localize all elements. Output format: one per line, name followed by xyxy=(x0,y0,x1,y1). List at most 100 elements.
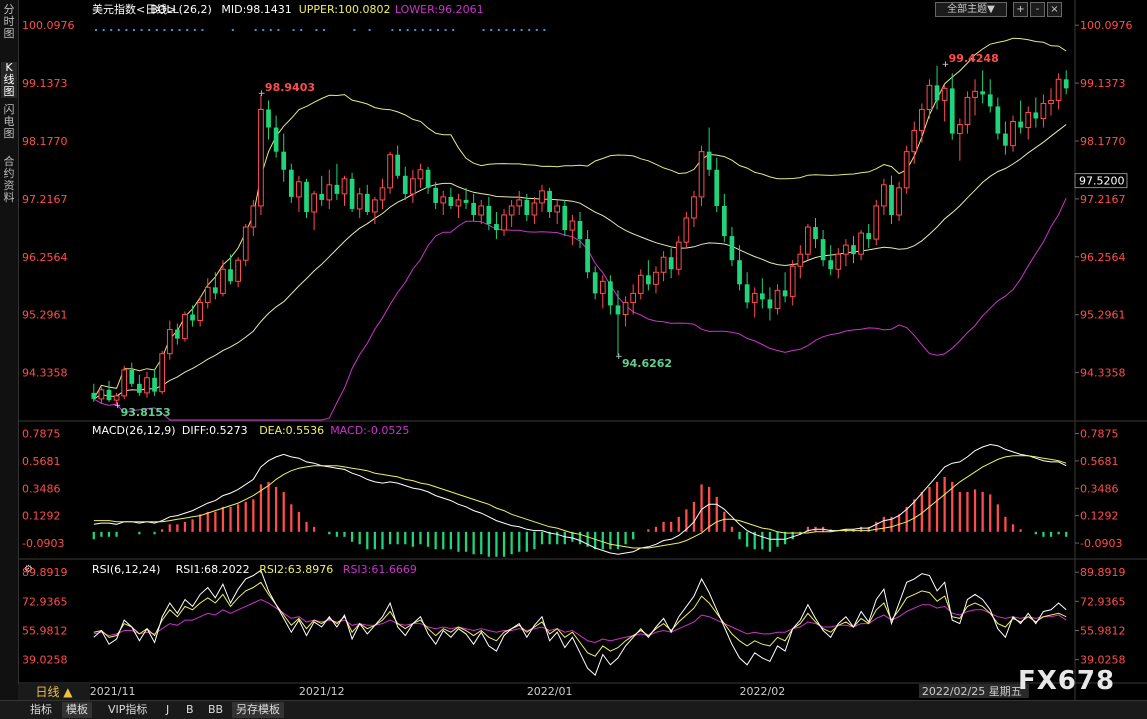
signal-dot xyxy=(262,29,265,31)
signal-dot xyxy=(95,29,97,31)
candle-body xyxy=(646,275,651,285)
time-label-3: 2022/02 xyxy=(740,685,786,698)
bottom-tab-3[interactable]: J xyxy=(162,702,173,718)
candle-body xyxy=(653,271,659,285)
price-tick-0: 100.0976 xyxy=(1080,19,1133,32)
rsi-legend-0: RSI(6,12,24) xyxy=(92,563,160,576)
rsi-legend-3: RSI3:61.6669 xyxy=(343,563,417,576)
macd-panel: MACD(26,12,9) DIFF:0.5273 DEA:0.5536 MACD:-… xyxy=(22,424,1122,557)
rsi-left-tick-0: 89.8919 xyxy=(22,566,68,579)
chart-canvas[interactable]: 93.8153+98.9403+94.6262+99.4248+美元指数<日线>… xyxy=(0,0,1147,700)
price-tick-6: 94.3358 xyxy=(1080,367,1126,380)
zoom-out-button[interactable]: - xyxy=(1030,2,1045,17)
macd-tick-1: 0.5681 xyxy=(1080,455,1119,468)
price-left-tick-0: 100.0976 xyxy=(22,19,75,32)
candle-body xyxy=(304,181,309,212)
axes: 2021/11 2021/12 2022/01 2022/02 2022/02/25 星… xyxy=(90,684,1029,698)
candle-body xyxy=(759,293,765,300)
candle-body xyxy=(364,193,370,212)
candle-body xyxy=(637,274,644,294)
candle-body xyxy=(395,154,401,176)
signal-dot xyxy=(117,29,120,31)
candle-body xyxy=(98,389,105,400)
bottom-tab-1[interactable]: 模板 xyxy=(62,702,92,718)
candle-body xyxy=(410,178,416,195)
theme-dropdown[interactable]: 全部主题▼ xyxy=(935,2,1007,17)
signal-dot xyxy=(406,29,409,31)
bottom-tab-5[interactable]: BB xyxy=(204,702,227,718)
candle-body xyxy=(911,130,918,153)
close-button[interactable]: × xyxy=(1047,2,1062,17)
candle-body xyxy=(478,205,485,216)
candle-body xyxy=(774,289,781,309)
signal-dot xyxy=(193,29,196,31)
candle-body xyxy=(919,108,925,132)
candle-body xyxy=(379,187,386,201)
candle-body xyxy=(691,196,697,219)
macd-tick-3: 0.1292 xyxy=(1080,510,1119,523)
price-tick-2: 98.1770 xyxy=(1080,135,1126,148)
boll-legend-1: BOLL(26,2) xyxy=(150,3,211,16)
rsi-left-tick-2: 55.9812 xyxy=(22,624,68,637)
candle-body xyxy=(106,389,112,401)
candle-body xyxy=(1048,99,1054,104)
candle-body xyxy=(425,169,431,188)
bottom-tab-4[interactable]: B xyxy=(182,702,198,718)
candle-body xyxy=(615,305,621,315)
period-selector[interactable]: 日线 ▲ xyxy=(18,684,90,700)
signal-dot xyxy=(110,29,113,31)
candle-body xyxy=(258,108,264,207)
candle-body xyxy=(995,106,1001,134)
candle-body xyxy=(152,377,157,392)
candle-body xyxy=(858,232,864,255)
macd-left-tick-2: 0.3486 xyxy=(22,482,61,495)
bottom-tab-2[interactable]: VIP指标 xyxy=(104,702,151,718)
time-label-4: 2022/02/25 星期五 xyxy=(922,685,1022,698)
candle-body xyxy=(539,190,545,204)
bottom-tab-0[interactable]: 指标 xyxy=(26,702,56,718)
sidebar-tab-1[interactable]: K线图 xyxy=(1,62,17,98)
candle-body xyxy=(440,196,447,204)
candle-body xyxy=(873,205,880,240)
candle-body xyxy=(889,184,894,215)
sidebar-tab-2[interactable]: 闪电图 xyxy=(1,104,17,140)
candle-body xyxy=(729,236,735,261)
candle-body xyxy=(144,377,150,394)
signal-dot xyxy=(186,29,189,31)
rsi-legend-2: RSI2:63.8976 xyxy=(259,563,333,576)
candle-body xyxy=(926,84,933,110)
macd-tick-0: 0.7875 xyxy=(1080,428,1119,441)
candle-body xyxy=(585,239,590,273)
sidebar-tab-3[interactable]: 合约资料 xyxy=(1,156,17,204)
signal-dot xyxy=(140,29,143,31)
candle-body xyxy=(494,224,499,231)
signal-dot xyxy=(178,29,181,31)
signal-dot xyxy=(315,29,318,31)
candle-body xyxy=(356,193,363,210)
candle-body xyxy=(349,178,355,209)
candle-body xyxy=(1010,121,1016,147)
candle-body xyxy=(341,178,348,195)
candle-body xyxy=(182,313,188,340)
add-button[interactable]: + xyxy=(1013,2,1028,17)
sidebar-tab-0[interactable]: 分时图 xyxy=(1,4,17,40)
rsi3-line xyxy=(93,598,1067,644)
extreme-label-2: 94.6262 xyxy=(622,357,672,370)
extreme-marker-1: + xyxy=(258,89,266,99)
candle-body xyxy=(121,369,128,397)
candle-body xyxy=(554,205,561,213)
macd-tick-4: -0.0903 xyxy=(1080,537,1122,550)
candle-body xyxy=(448,196,454,206)
candle-body xyxy=(698,151,705,198)
signal-dot xyxy=(231,29,234,31)
bottom-tab-6[interactable]: 另存模板 xyxy=(232,702,284,718)
candle-body xyxy=(789,265,796,297)
signal-dot xyxy=(277,29,280,31)
signal-dot xyxy=(505,29,508,31)
signal-dot xyxy=(437,29,439,31)
time-label-0: 2021/11 xyxy=(90,685,136,698)
candle-body xyxy=(190,314,195,321)
candle-body xyxy=(577,221,583,240)
candle-body xyxy=(516,199,523,207)
boll-legend-3: UPPER:100.0802 xyxy=(299,3,391,16)
